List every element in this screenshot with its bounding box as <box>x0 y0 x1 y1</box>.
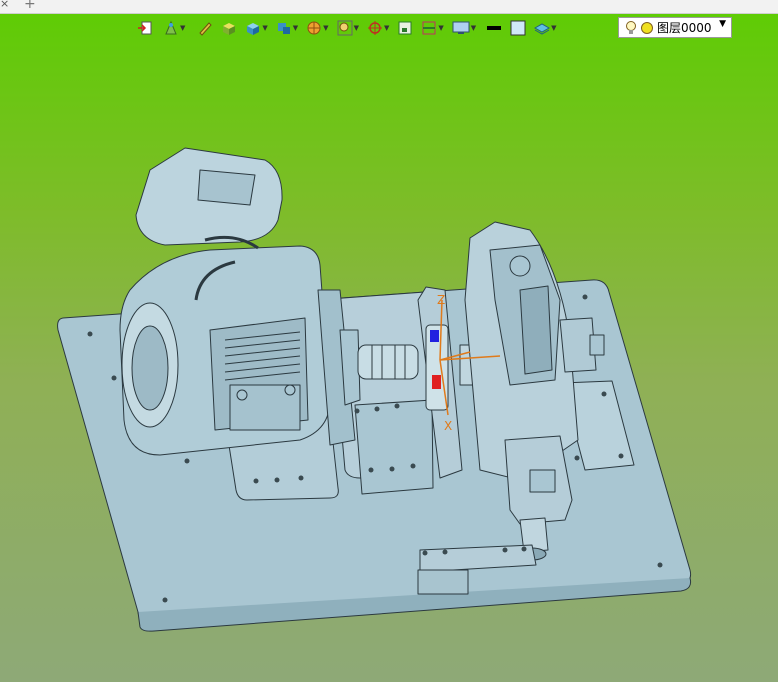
chevron-down-icon[interactable]: ▼ <box>354 24 359 32</box>
chevron-down-icon[interactable]: ▼ <box>384 24 389 32</box>
zoom-fit-button[interactable]: ▼ <box>337 17 359 39</box>
cad-model-scene[interactable]: Z X <box>0 14 778 682</box>
layer-status-icon[interactable] <box>640 21 654 35</box>
pen-button[interactable] <box>197 17 213 39</box>
axis-x-label: X <box>444 419 452 433</box>
section-icon <box>422 21 436 35</box>
view-toolbar: ▼ ▼ ▼ ▼ ▼ ▼ ▼ ▼ ▼ <box>137 17 559 39</box>
chevron-down-icon[interactable]: ▼ <box>719 19 726 29</box>
display-button[interactable]: ▼ <box>452 17 476 39</box>
zoom-fit-icon <box>337 20 353 36</box>
chevron-down-icon[interactable]: ▼ <box>471 24 476 32</box>
axis-z-label: Z <box>437 293 445 307</box>
visibility-button[interactable]: ▼ <box>163 17 185 39</box>
chevron-down-icon[interactable]: ▼ <box>438 24 443 32</box>
cube-icon <box>247 23 260 35</box>
coupling <box>357 344 419 380</box>
views-icon <box>277 23 290 34</box>
exit-sketch-button[interactable] <box>137 17 153 39</box>
image-frame-button[interactable] <box>397 17 413 39</box>
shaded-button[interactable] <box>221 17 237 39</box>
render-button[interactable]: ▼ <box>306 17 329 39</box>
lightbulb-icon[interactable] <box>624 20 638 36</box>
monitor-display-icon <box>452 21 470 34</box>
view-visibility-icon <box>165 20 177 35</box>
line-color-button[interactable] <box>486 17 502 39</box>
shaded-solid-icon <box>223 23 236 35</box>
layer-manager-button[interactable]: ▼ <box>534 17 557 39</box>
tab-close-icon[interactable]: × <box>0 0 9 10</box>
layer-select[interactable]: 图层0000 ▼ <box>618 17 732 38</box>
cube-button[interactable]: ▼ <box>245 17 268 39</box>
image-frame-icon <box>398 21 412 35</box>
fill-color-icon <box>510 20 526 36</box>
orient-icon <box>367 21 382 35</box>
chevron-down-icon[interactable]: ▼ <box>551 24 556 32</box>
chevron-down-icon[interactable]: ▼ <box>180 24 185 32</box>
layer-manager-icon <box>534 23 551 35</box>
tab-strip: × + <box>0 0 778 14</box>
pen-tool-icon <box>199 22 213 36</box>
chevron-down-icon[interactable]: ▼ <box>293 24 298 32</box>
orient-button[interactable]: ▼ <box>367 17 389 39</box>
fill-color-button[interactable] <box>510 17 526 39</box>
views-button[interactable]: ▼ <box>276 17 298 39</box>
line-color-icon <box>487 26 502 30</box>
section-button[interactable]: ▼ <box>421 17 444 39</box>
chevron-down-icon[interactable]: ▼ <box>262 24 267 32</box>
render-sphere-icon <box>307 21 321 35</box>
exit-sketch-icon <box>138 21 152 35</box>
3d-viewport[interactable]: Z X <box>0 14 778 682</box>
chevron-down-icon[interactable]: ▼ <box>323 24 328 32</box>
new-tab-button[interactable]: + <box>24 0 36 12</box>
layer-name: 图层0000 <box>657 21 712 35</box>
